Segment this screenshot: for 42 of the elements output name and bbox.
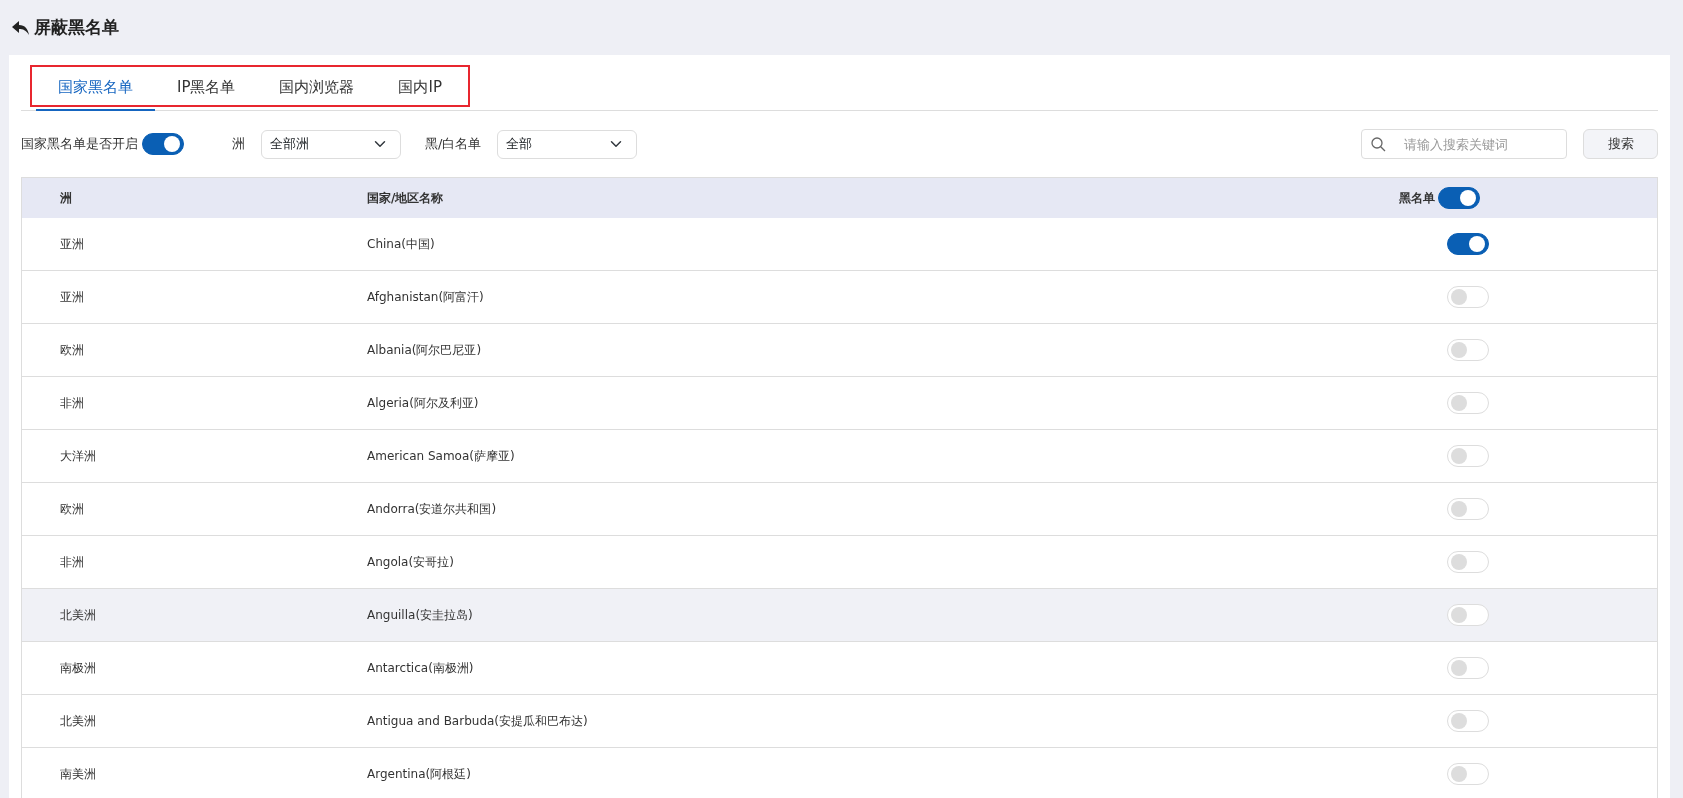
search-field[interactable]: 请输入搜索关键词 [1361, 129, 1567, 159]
column-header: 黑名单 [1399, 190, 1435, 207]
continent-cell: 南美洲 [60, 767, 96, 781]
continent-cell: 非洲 [60, 396, 84, 410]
country-cell: Algeria(阿尔及利亚) [367, 396, 479, 410]
enable-label: 国家黑名单是否开启 [21, 135, 138, 154]
continent-select[interactable]: 全部洲 [261, 129, 401, 159]
country-cell: Antarctica(南极洲) [367, 661, 474, 675]
continent-cell: 大洋洲 [60, 449, 96, 463]
country-cell: Antigua and Barbuda(安提瓜和巴布达) [367, 714, 588, 728]
country-cell: Albania(阿尔巴尼亚) [367, 343, 482, 357]
list-type-label: 黑/白名单 [425, 135, 482, 154]
blacklist-toggle[interactable] [1447, 233, 1489, 255]
continent-cell: 北美洲 [60, 714, 96, 728]
continent-label: 洲 [232, 135, 245, 154]
search-button[interactable]: 搜索 [1583, 129, 1658, 159]
list-type-select[interactable]: 全部 [497, 129, 638, 159]
back-arrow-icon[interactable] [12, 19, 30, 36]
country-cell: Afghanistan(阿富汗) [367, 290, 484, 304]
continent-cell: 亚洲 [60, 290, 84, 304]
continent-cell: 欧洲 [60, 343, 84, 357]
country-cell: American Samoa(萨摩亚) [367, 449, 515, 463]
tab[interactable]: IP黑名单 [155, 65, 258, 111]
country-cell: Andorra(安道尔共和国) [367, 502, 497, 516]
country-cell: Argentina(阿根廷) [367, 767, 471, 781]
country-cell: Anguilla(安圭拉岛) [367, 608, 473, 622]
search-icon [1371, 137, 1386, 152]
continent-cell: 非洲 [60, 555, 84, 569]
country-cell: China(中国) [367, 237, 435, 251]
column-header: 洲 [60, 191, 72, 205]
enable-toggle[interactable] [142, 133, 184, 155]
tab[interactable]: 国家黑名单 [36, 65, 155, 111]
continent-cell: 北美洲 [60, 608, 96, 622]
continent-cell: 亚洲 [60, 237, 84, 251]
continent-cell: 南极洲 [60, 661, 96, 675]
tab[interactable]: 国内IP [376, 65, 464, 111]
select-all-toggle[interactable] [1438, 187, 1480, 209]
continent-cell: 欧洲 [60, 502, 84, 516]
column-header: 国家/地区名称 [367, 191, 444, 205]
tab[interactable]: 国内浏览器 [257, 65, 377, 111]
page-title: 屏蔽黑名单 [34, 15, 119, 39]
country-cell: Angola(安哥拉) [367, 555, 454, 569]
